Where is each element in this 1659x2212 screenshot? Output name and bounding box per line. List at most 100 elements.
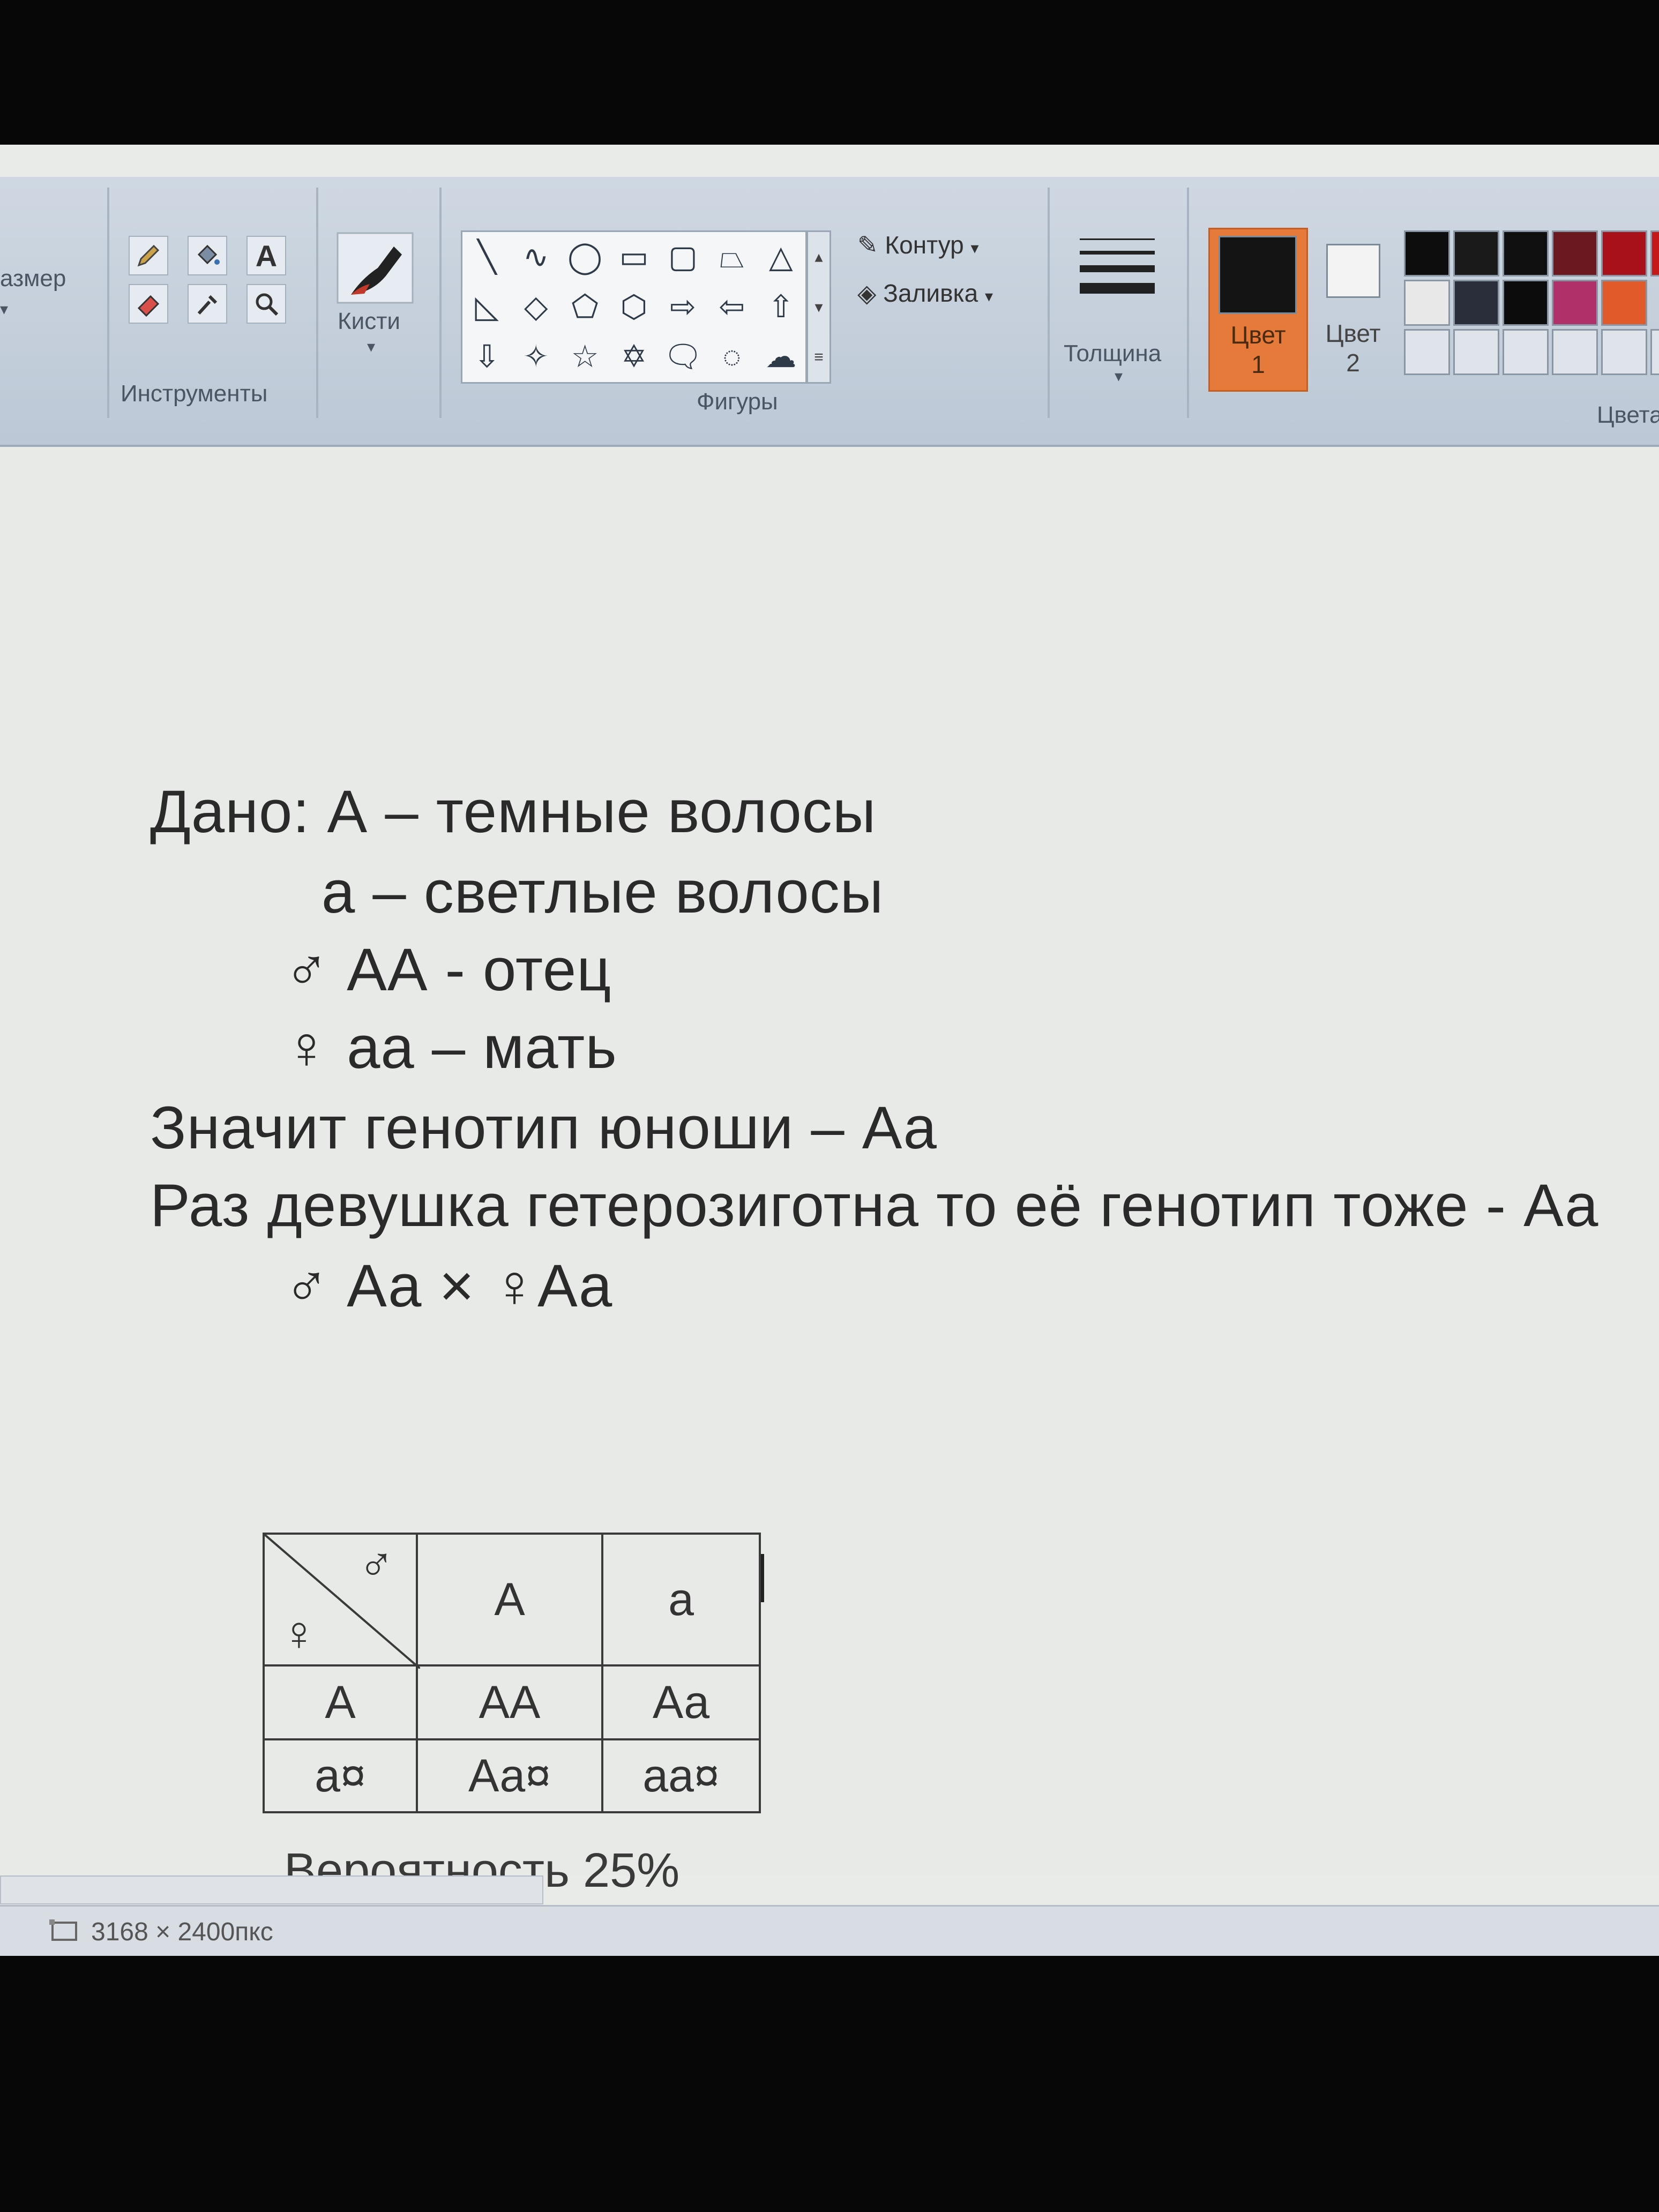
cloud-callout-shape-icon[interactable]: ☁ [765,341,796,372]
chevron-down-icon: ▾ [985,288,993,305]
curve-shape-icon[interactable]: ∿ [523,241,549,273]
brushes-label[interactable]: Кисти [338,308,400,335]
size-label[interactable]: азмер [0,265,66,292]
tools-group-label: Инструменты [121,380,268,407]
palette-swatch[interactable] [1503,280,1549,326]
palette-swatch[interactable] [1503,230,1549,276]
palette-swatch[interactable] [1601,230,1647,276]
palette-swatch[interactable] [1552,230,1598,276]
shapes-scroll[interactable]: ▴ ▾ ≡ [806,230,831,384]
brushes-button[interactable] [335,230,415,305]
magnifier-icon [256,293,279,316]
outline-pen-icon: ✎ [857,231,878,259]
palette-swatch[interactable] [1552,329,1598,375]
color1-number: 1 [1251,350,1265,378]
right-arrow-shape-icon[interactable]: ⇨ [670,291,696,323]
shapes-group-label: Фигуры [697,388,778,415]
status-bar: 3168 × 2400пкс [0,1905,1659,1956]
color2-button[interactable]: Цвет 2 [1313,228,1393,388]
brush-icon [337,232,414,304]
canvas-size-text: 3168 × 2400пкс [91,1918,273,1946]
text-a-icon: A [255,238,278,273]
son-genotype-line: Значит генотип юноши – Аа [150,1094,937,1161]
size-dropdown-arrow-icon[interactable]: ▾ [0,300,8,319]
right-triangle-shape-icon[interactable]: ◺ [475,291,499,323]
pencil-tool[interactable] [129,236,168,275]
outline-button[interactable]: ✎ Контур ▾ [857,230,979,259]
line-shape-icon[interactable]: ╲ [477,241,496,273]
palette-swatch[interactable] [1404,280,1450,326]
palette-swatch[interactable] [1453,329,1499,375]
thickness-label[interactable]: Толщина [1064,340,1161,367]
pencil-icon [137,244,160,267]
paint-window: азмер ▾ A Инструменты Кисти ▾ ╲ ∿ ◯ ▭ ▢ … [0,145,1659,1956]
eraser-icon [137,295,160,317]
fill-tool[interactable] [188,236,227,275]
text-cursor [761,1554,764,1602]
fill-button[interactable]: ◈ Заливка ▾ [857,279,993,308]
scroll-down-icon[interactable]: ▾ [814,298,823,317]
down-arrow-shape-icon[interactable]: ⇩ [474,341,500,372]
separator [1048,188,1050,418]
recessive-allele-line: а – светлые волосы [322,858,884,925]
pentagon-shape-icon[interactable]: ⬠ [571,291,598,323]
corner-cell: ♂ ♀ [263,1533,420,1669]
fill-bucket-icon: ◈ [857,279,877,307]
punnett-cell: Аа¤ [416,1738,603,1813]
scroll-up-icon[interactable]: ▴ [814,248,823,266]
row-header: А [263,1664,418,1740]
color2-label: Цвет [1325,319,1381,347]
color1-label: Цвет [1230,321,1286,349]
thickness-dropdown-arrow-icon[interactable]: ▾ [1115,367,1123,386]
ribbon: азмер ▾ A Инструменты Кисти ▾ ╲ ∿ ◯ ▭ ▢ … [0,177,1659,447]
five-point-star-shape-icon[interactable]: ☆ [571,341,599,372]
diamond-shape-icon[interactable]: ◇ [524,291,548,323]
mother-genotype-line: ♀ аа – мать [284,1014,617,1081]
color1-button[interactable]: Цвет 1 [1208,228,1308,392]
outline-label: Контур [885,231,964,259]
palette-swatch[interactable] [1552,280,1598,326]
triangle-shape-icon[interactable]: △ [769,241,793,273]
magnifier-tool[interactable] [246,284,286,324]
drawing-canvas[interactable]: Дано: А – темные волосы а – светлые воло… [0,450,1659,1897]
palette-swatch[interactable] [1453,280,1499,326]
text-tool[interactable]: A [246,236,286,275]
shapes-gallery: ╲ ∿ ◯ ▭ ▢ ⏢ △ ◺ ◇ ⬠ ⬡ ⇨ ⇦ ⇧ ⇩ ✧ ☆ ✡ 🗨 ◌ … [461,230,807,384]
palette-swatch[interactable] [1601,329,1647,375]
palette-swatch[interactable] [1650,230,1659,276]
colors-group-label: Цвета [1597,402,1659,428]
left-arrow-shape-icon[interactable]: ⇦ [719,291,745,323]
rect-callout-shape-icon[interactable]: 🗨 [663,341,703,372]
palette-swatch[interactable] [1404,230,1450,276]
expand-icon[interactable]: ≡ [814,348,824,367]
palette-swatch[interactable] [1650,329,1659,375]
girl-genotype-line: Раз девушка гетерозиготна то её генотип … [150,1172,1599,1239]
rounded-rectangle-shape-icon[interactable]: ▢ [668,241,698,273]
eraser-tool[interactable] [129,284,168,324]
oval-shape-icon[interactable]: ◯ [567,241,602,273]
palette-swatch[interactable] [1404,329,1450,375]
six-point-star-shape-icon[interactable]: ✡ [621,341,647,372]
punnett-cell: Аа [601,1664,761,1740]
punnett-cell: АА [416,1664,603,1740]
hexagon-shape-icon[interactable]: ⬡ [621,291,648,323]
up-arrow-shape-icon[interactable]: ⇧ [768,291,794,323]
oval-callout-shape-icon[interactable]: ◌ [723,341,741,372]
thickness-lines-icon [1080,238,1155,294]
four-point-star-shape-icon[interactable]: ✧ [523,341,549,372]
horizontal-scrollbar[interactable] [0,1875,543,1904]
female-symbol: ♀ [281,1607,317,1661]
palette-swatch[interactable] [1503,329,1549,375]
canvas-size-icon [49,1919,77,1941]
polygon-shape-icon[interactable]: ⏢ [720,241,744,273]
col-header: А [416,1533,603,1667]
separator [1187,188,1189,418]
palette-swatch[interactable] [1601,280,1647,326]
brushes-dropdown-arrow-icon[interactable]: ▾ [367,338,375,356]
color-picker-tool[interactable] [188,284,227,324]
separator [107,188,109,418]
rectangle-shape-icon[interactable]: ▭ [619,241,649,273]
thickness-button[interactable] [1077,236,1157,311]
given-line: Дано: А – темные волосы [150,778,877,845]
palette-swatch[interactable] [1453,230,1499,276]
